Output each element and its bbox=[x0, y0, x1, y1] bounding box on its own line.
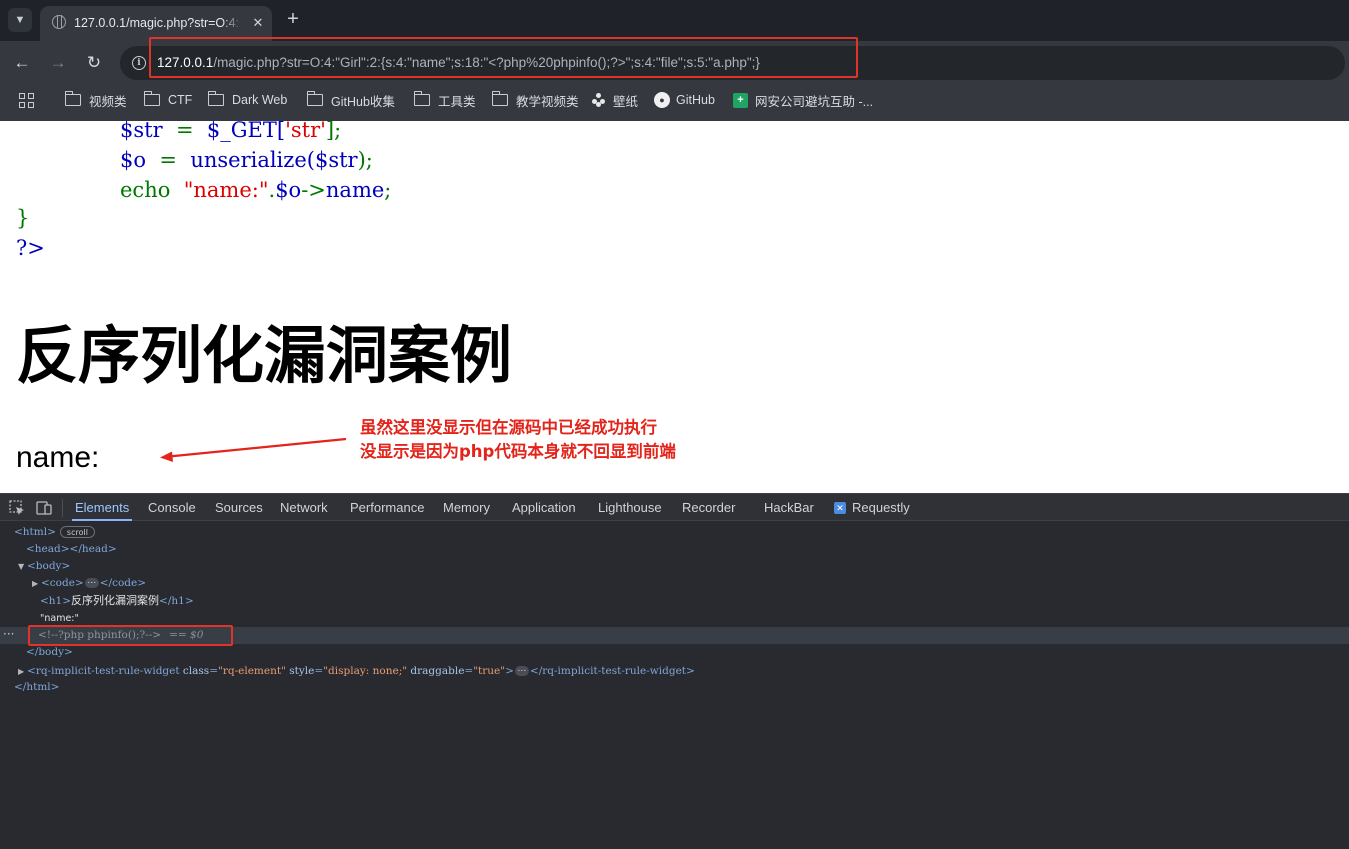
reload-button[interactable]: ↻ bbox=[81, 50, 107, 76]
tab-hackbar[interactable]: HackBar bbox=[764, 494, 814, 521]
code-line-echo: echo "name:".$o->name; bbox=[120, 178, 392, 202]
paw-icon bbox=[592, 93, 606, 107]
annotation-arrow-icon bbox=[160, 437, 347, 462]
bookmark-label: CTF bbox=[168, 93, 193, 107]
tab-application[interactable]: Application bbox=[512, 494, 576, 521]
collapsed-ellipsis-icon[interactable]: … bbox=[84, 577, 99, 588]
requestly-icon: ✕ bbox=[834, 502, 846, 514]
bookmark-label: GitHub bbox=[676, 93, 715, 107]
folder-icon bbox=[143, 91, 160, 106]
comment-highlight-box bbox=[28, 625, 233, 646]
tab-sources[interactable]: Sources bbox=[215, 494, 263, 521]
github-icon: ● bbox=[654, 92, 670, 108]
bookmark-label: GitHub收集 bbox=[331, 94, 395, 109]
inspect-element-icon[interactable] bbox=[8, 499, 26, 517]
apps-grid-icon[interactable] bbox=[19, 93, 34, 108]
tab-title: 127.0.0.1/magic.php?str=O:4: bbox=[74, 16, 240, 30]
browser-window: ▼ 127.0.0.1/magic.php?str=O:4: ✕ + ← → ↻… bbox=[0, 0, 1349, 849]
dom-body-close[interactable]: </body> bbox=[26, 644, 73, 661]
tab-memory[interactable]: Memory bbox=[443, 494, 490, 521]
device-toolbar-icon[interactable] bbox=[35, 499, 53, 517]
annotation-line-1: 虽然这里没显示但在源码中已经成功执行 bbox=[360, 418, 657, 437]
code-line-unserialize: $o = unserialize($str); bbox=[120, 148, 373, 172]
back-button[interactable]: ← bbox=[9, 50, 35, 76]
bookmark-label: 网安公司避坑互助 -... bbox=[755, 94, 874, 109]
triangle-down-icon[interactable]: ▼ bbox=[18, 558, 27, 575]
dom-html-close[interactable]: </html> bbox=[14, 679, 59, 696]
code-line-close-brace: } bbox=[16, 206, 30, 230]
bookmark-security-company[interactable]: + 网安公司避坑互助 -... bbox=[733, 85, 873, 115]
bookmark-label: 工具类 bbox=[438, 94, 476, 109]
more-options-icon[interactable]: ··· bbox=[3, 627, 14, 644]
dom-code[interactable]: ▶ <code>… </code> bbox=[32, 575, 146, 592]
triangle-right-icon[interactable]: ▶ bbox=[32, 575, 41, 592]
tab-search-button[interactable]: ▼ bbox=[8, 8, 32, 32]
dom-rq-widget[interactable]: ▶ <rq-implicit-test-rule-widget class="rq… bbox=[18, 663, 695, 680]
code-line-php-close: ?> bbox=[16, 236, 45, 260]
bookmark-folder-tools[interactable]: 工具类 bbox=[413, 85, 476, 115]
bookmark-folder-video[interactable]: 视频类 bbox=[64, 85, 127, 115]
address-bar[interactable]: i 127.0.0.1/magic.php?str=O:4:"Girl":2:{… bbox=[120, 46, 1345, 80]
devtools-tab-bar: Elements Console Sources Network Perform… bbox=[0, 493, 1349, 521]
bookmark-label: 壁纸 bbox=[613, 94, 639, 109]
forward-button[interactable]: → bbox=[45, 50, 71, 76]
folder-icon bbox=[491, 91, 508, 106]
scroll-badge[interactable]: scroll bbox=[59, 526, 95, 538]
tab-lighthouse[interactable]: Lighthouse bbox=[598, 494, 662, 521]
tab-elements[interactable]: Elements bbox=[71, 494, 133, 521]
info-icon[interactable]: i bbox=[132, 56, 146, 70]
collapsed-ellipsis-icon[interactable]: … bbox=[514, 665, 529, 676]
tab-performance[interactable]: Performance bbox=[350, 494, 424, 521]
folder-icon bbox=[413, 91, 430, 106]
url-path: /magic.php?str=O:4:"Girl":2:{s:4:"name";… bbox=[213, 55, 760, 70]
page-heading: 反序列化漏洞案例 bbox=[16, 319, 513, 392]
folder-icon bbox=[207, 91, 224, 106]
name-output: name: bbox=[16, 441, 100, 474]
bookmark-folder-dark-web[interactable]: Dark Web bbox=[207, 85, 288, 115]
bookmark-label: 教学视频类 bbox=[516, 94, 579, 109]
bookmark-label: Dark Web bbox=[232, 93, 288, 107]
dom-h1[interactable]: <h1>反序列化漏洞案例</h1> bbox=[40, 592, 194, 609]
tab-recorder[interactable]: Recorder bbox=[682, 494, 735, 521]
tab-console[interactable]: Console bbox=[148, 494, 196, 521]
tab-requestly[interactable]: Requestly bbox=[852, 494, 910, 521]
dom-body-open[interactable]: ▼ <body> bbox=[18, 558, 70, 575]
folder-icon bbox=[306, 91, 323, 106]
devtools-panel: Elements Console Sources Network Perform… bbox=[0, 493, 1349, 849]
sheets-icon: + bbox=[733, 92, 748, 108]
globe-icon bbox=[52, 15, 66, 29]
arrow-left-icon: ← bbox=[13, 53, 31, 72]
close-icon[interactable]: ✕ bbox=[248, 13, 268, 33]
annotation-line-2: 没显示是因为php代码本身就不回显到前端 bbox=[360, 442, 676, 461]
bookmark-folder-teaching-video[interactable]: 教学视频类 bbox=[491, 85, 579, 115]
url-host: 127.0.0.1 bbox=[157, 55, 214, 70]
tab-strip: ▼ 127.0.0.1/magic.php?str=O:4: ✕ + bbox=[0, 0, 1349, 41]
chevron-down-icon: ▼ bbox=[14, 14, 26, 26]
new-tab-button[interactable]: + bbox=[282, 8, 304, 30]
triangle-right-icon[interactable]: ▶ bbox=[18, 663, 27, 680]
folder-icon bbox=[64, 91, 81, 106]
arrow-right-icon: → bbox=[49, 53, 67, 72]
toolbar-divider bbox=[62, 499, 63, 517]
bookmark-github[interactable]: ● GitHub bbox=[654, 85, 715, 115]
tab-network[interactable]: Network bbox=[280, 494, 328, 521]
bookmark-wallpaper[interactable]: 壁纸 bbox=[592, 85, 638, 115]
url-text[interactable]: 127.0.0.1/magic.php?str=O:4:"Girl":2:{s:… bbox=[157, 54, 760, 72]
browser-toolbar: ← → ↻ i 127.0.0.1/magic.php?str=O:4:"Gir… bbox=[0, 41, 1349, 85]
dom-html-open[interactable]: <html> scroll bbox=[14, 524, 95, 541]
dom-head[interactable]: <head></head> bbox=[26, 541, 117, 558]
code-line-str: $str = $_GET['str']; bbox=[120, 121, 342, 142]
bookmark-folder-ctf[interactable]: CTF bbox=[143, 85, 193, 115]
page-viewport: $str = $_GET['str']; $o = unserialize($s… bbox=[0, 121, 1349, 493]
bookmark-label: 视频类 bbox=[89, 94, 127, 109]
reload-icon: ↻ bbox=[86, 53, 102, 72]
bookmark-folder-github-collection[interactable]: GitHub收集 bbox=[306, 85, 395, 115]
bookmarks-bar: 视频类 CTF Dark Web GitHub收集 工具类 教学视频类 壁纸 ●… bbox=[0, 85, 1349, 121]
browser-tab[interactable]: 127.0.0.1/magic.php?str=O:4: ✕ bbox=[40, 6, 272, 41]
